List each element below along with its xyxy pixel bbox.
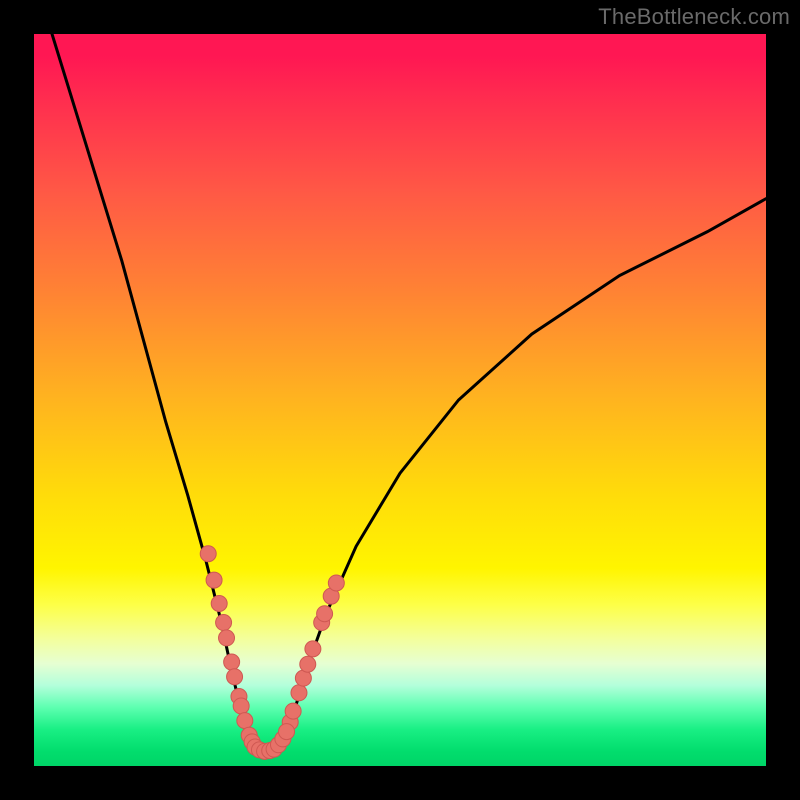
watermark-text: TheBottleneck.com (598, 4, 790, 30)
data-marker (285, 703, 301, 719)
data-marker (237, 713, 253, 729)
data-marker (216, 615, 232, 631)
markers-bottom (241, 724, 294, 760)
data-marker (328, 575, 344, 591)
data-marker (206, 572, 222, 588)
data-marker (305, 641, 321, 657)
data-marker (200, 546, 216, 562)
data-marker (224, 654, 240, 670)
data-marker (291, 685, 307, 701)
marker-layer (200, 546, 344, 760)
plot-area (34, 34, 766, 766)
data-marker (279, 724, 295, 740)
markers-right-branch (282, 575, 344, 730)
plot-svg (34, 34, 766, 766)
data-marker (219, 630, 235, 646)
data-marker (227, 669, 243, 685)
bottleneck-curve (34, 34, 766, 751)
data-marker (300, 656, 316, 672)
data-marker (317, 606, 333, 622)
data-marker (233, 698, 249, 714)
data-marker (211, 596, 227, 612)
curve-layer (34, 34, 766, 751)
